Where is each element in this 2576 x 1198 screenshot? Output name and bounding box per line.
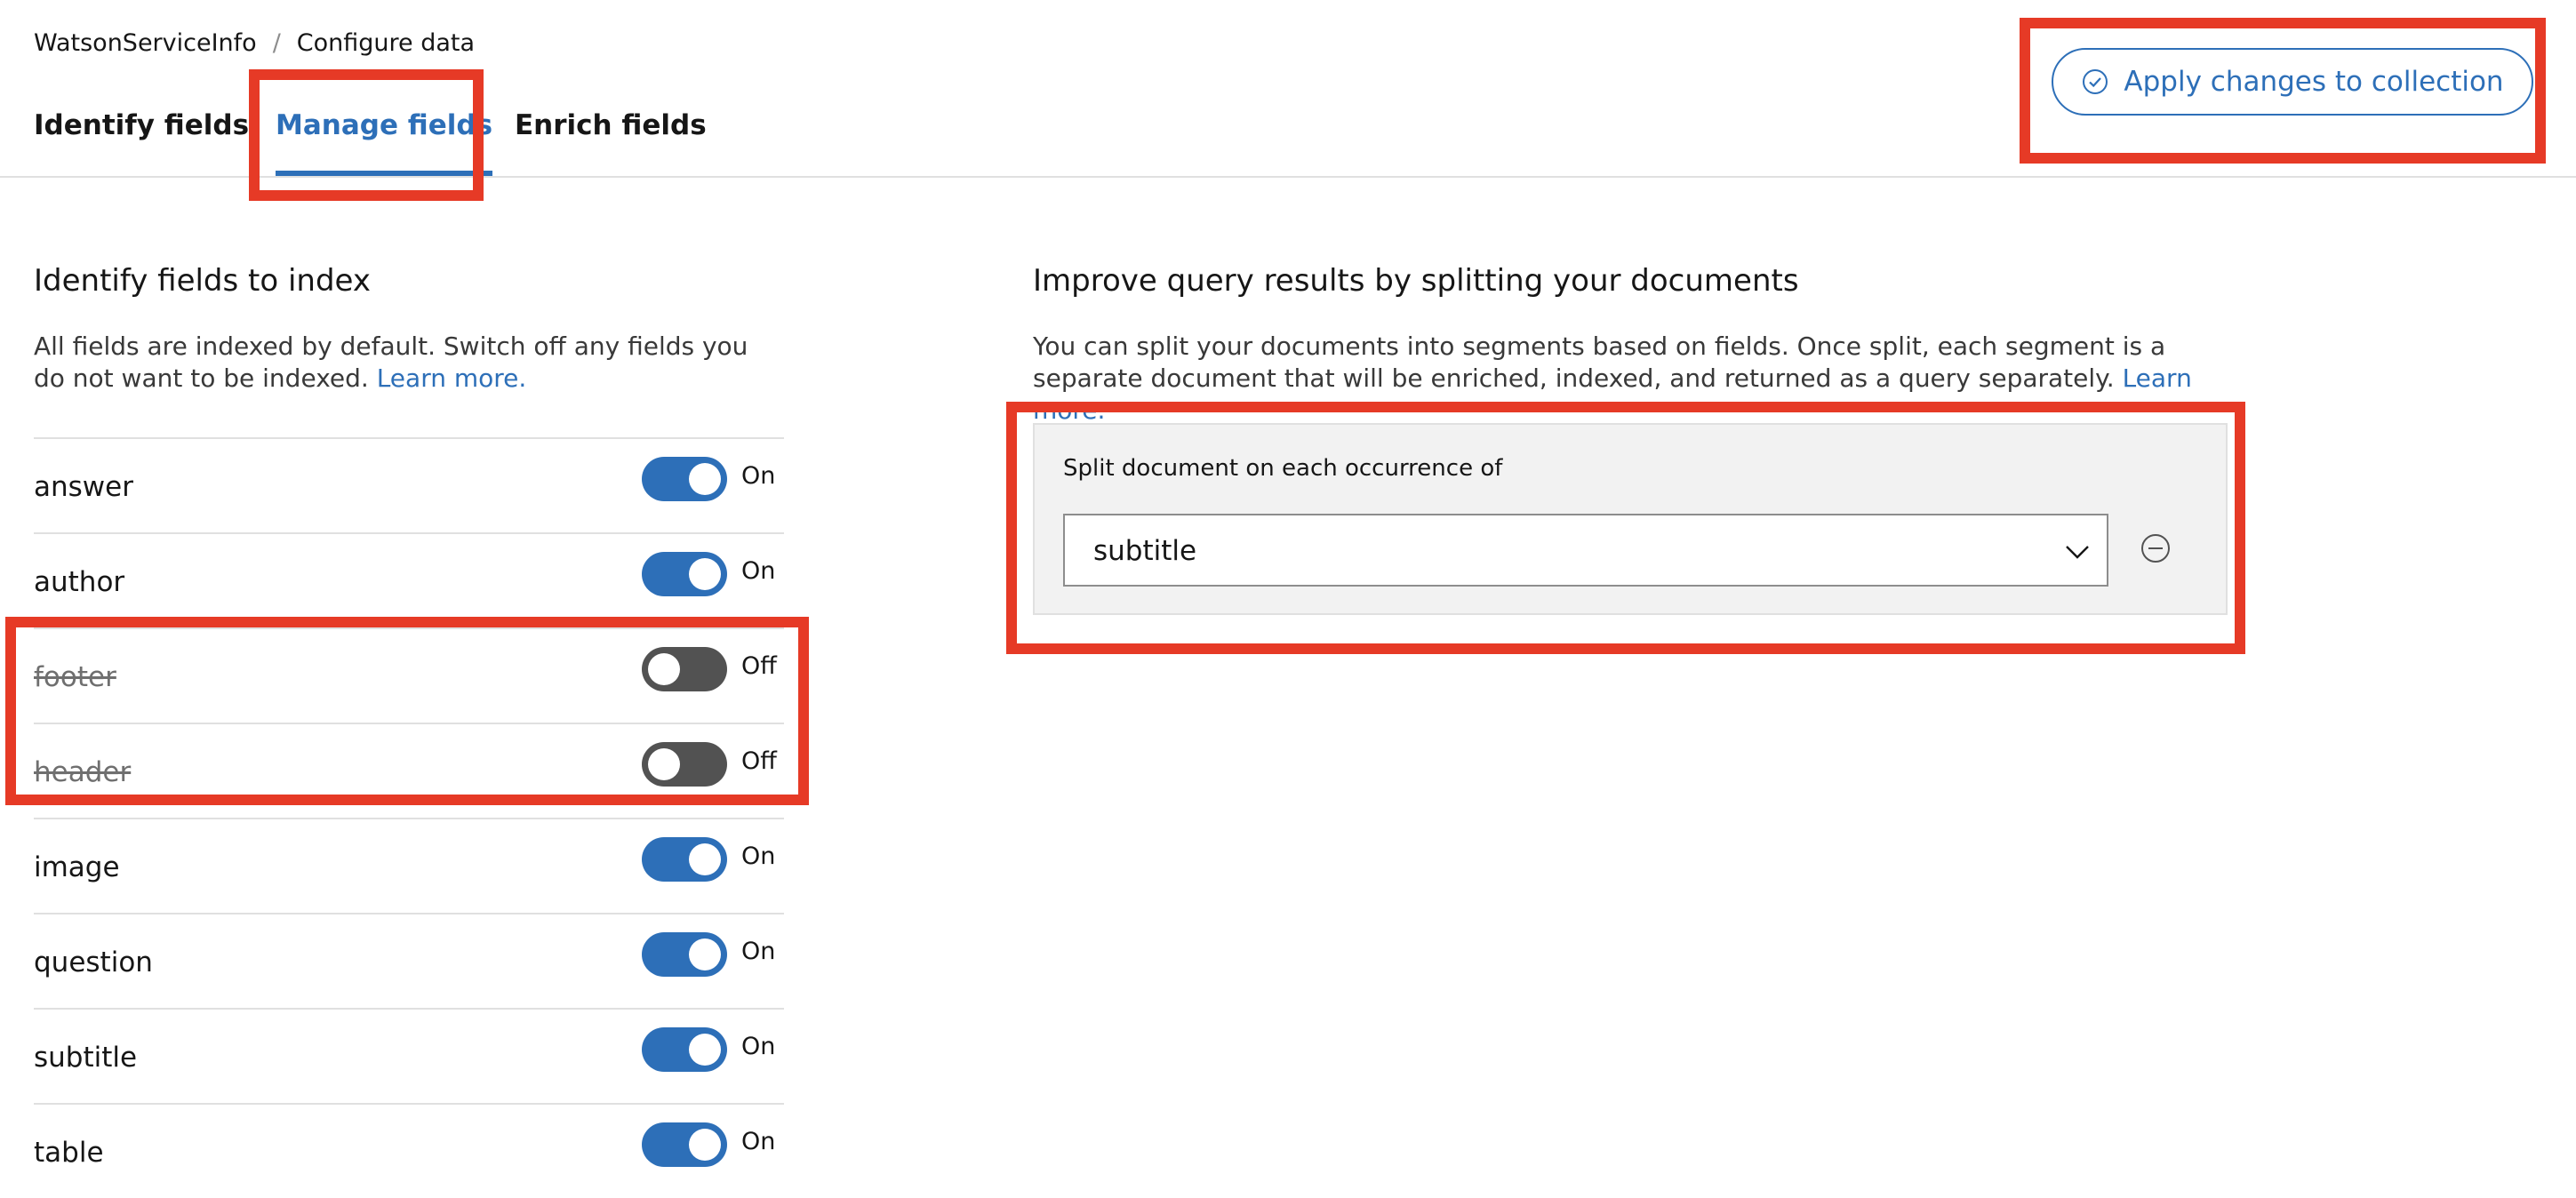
- split-field-selected-value: subtitle: [1093, 535, 1197, 567]
- toggle-knob: [689, 1034, 721, 1066]
- field-toggle-footer[interactable]: [642, 647, 727, 691]
- toggle-state-label: On: [741, 1128, 776, 1155]
- field-row-footer: footer Off: [34, 627, 784, 723]
- header-divider: [0, 176, 2576, 178]
- toggle-state-label: Off: [741, 652, 777, 680]
- field-name: subtitle: [34, 1042, 138, 1074]
- toggle-knob: [648, 653, 680, 685]
- field-toggle-answer[interactable]: [642, 457, 727, 501]
- apply-changes-button[interactable]: Apply changes to collection: [2052, 48, 2533, 116]
- toggle-knob: [689, 558, 721, 590]
- toggle-state-label: On: [741, 938, 776, 965]
- split-field-dropdown[interactable]: subtitle: [1063, 514, 2108, 587]
- toggle-state-label: On: [741, 843, 776, 870]
- field-list: answer On author On footer Off header Of…: [34, 437, 784, 1198]
- subtract-circle-icon: [2137, 534, 2174, 571]
- toggle-state-label: On: [741, 1033, 776, 1060]
- field-name: question: [34, 946, 153, 978]
- apply-changes-label: Apply changes to collection: [2124, 66, 2504, 98]
- toggle-state-label: Off: [741, 747, 777, 775]
- field-name: image: [34, 851, 120, 883]
- tab-enrich-fields[interactable]: Enrich fields: [515, 100, 707, 176]
- index-section-title: Identify fields to index: [34, 263, 371, 299]
- field-row-answer: answer On: [34, 437, 784, 532]
- toggle-knob: [689, 463, 721, 495]
- breadcrumb-current: Configure data: [296, 28, 476, 57]
- field-row-question: question On: [34, 913, 784, 1008]
- toggle-knob: [689, 1129, 721, 1161]
- toggle-state-label: On: [741, 462, 776, 490]
- tab-manage-fields[interactable]: Manage fields: [276, 100, 493, 176]
- split-section-description: You can split your documents into segmen…: [1033, 331, 2224, 427]
- field-row-subtitle: subtitle On: [34, 1008, 784, 1103]
- field-toggle-header[interactable]: [642, 742, 727, 787]
- field-toggle-subtitle[interactable]: [642, 1027, 727, 1072]
- toggle-knob: [648, 748, 680, 780]
- field-toggle-image[interactable]: [642, 837, 727, 882]
- field-row-table: table On: [34, 1103, 784, 1198]
- field-row-image: image On: [34, 818, 784, 913]
- breadcrumb-parent-link[interactable]: WatsonServiceInfo: [34, 29, 257, 57]
- field-name: table: [34, 1137, 104, 1169]
- toggle-state-label: On: [741, 557, 776, 585]
- split-field-label: Split document on each occurrence of: [1063, 455, 1503, 482]
- field-name: header: [34, 756, 132, 788]
- split-description-text: You can split your documents into segmen…: [1033, 331, 2166, 393]
- checkmark-outline-icon: [2081, 68, 2109, 96]
- field-toggle-table[interactable]: [642, 1122, 727, 1167]
- remove-split-rule-button[interactable]: [2137, 530, 2174, 567]
- field-toggle-question[interactable]: [642, 932, 727, 977]
- field-row-header: header Off: [34, 723, 784, 818]
- field-toggle-author[interactable]: [642, 552, 727, 596]
- toggle-knob: [689, 843, 721, 875]
- field-row-author: author On: [34, 532, 784, 627]
- breadcrumb: WatsonServiceInfo / Configure data: [34, 25, 475, 60]
- tab-identify-fields[interactable]: Identify fields: [34, 100, 249, 176]
- index-learn-more-link[interactable]: Learn more.: [377, 363, 527, 393]
- toggle-knob: [689, 938, 721, 970]
- chevron-down-icon: [2064, 539, 2091, 569]
- split-section-title: Improve query results by splitting your …: [1033, 263, 1799, 299]
- field-name: answer: [34, 471, 133, 503]
- index-section-description: All fields are indexed by default. Switc…: [34, 331, 780, 395]
- breadcrumb-separator: /: [272, 28, 281, 57]
- field-name: footer: [34, 661, 116, 693]
- field-name: author: [34, 566, 125, 598]
- split-rule-card: Split document on each occurrence of sub…: [1033, 423, 2228, 615]
